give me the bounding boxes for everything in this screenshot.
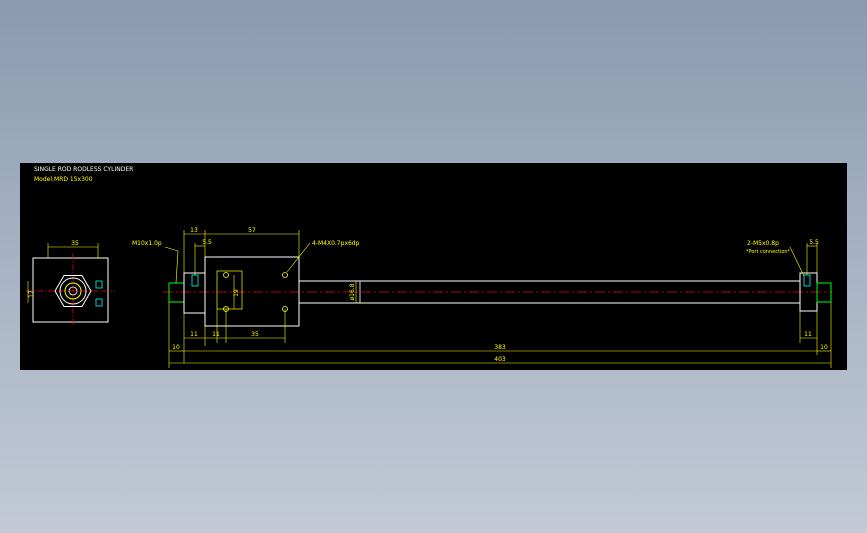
left-end-block — [183, 272, 206, 314]
drawing-title: SINGLE ROD RODLESS CYLINDER — [34, 166, 133, 173]
dim-hole-pitch-v: 19 — [233, 289, 240, 297]
dim-rod-dia: ø16.8 — [349, 283, 356, 300]
side-view: M10x1.0p 13 5.5 57 4-M4X0.7px6dp 19 ø16.… — [132, 227, 832, 368]
drawing-model: Model:MRD 15x300 — [34, 176, 93, 183]
title-block: SINGLE ROD RODLESS CYLINDER Model:MRD 15… — [34, 166, 133, 183]
dim-left-stub: 10 — [172, 344, 180, 351]
left-end-block-thread — [191, 274, 199, 287]
dim-end-block: 13 — [190, 227, 198, 234]
end-view-outline — [32, 257, 109, 323]
dim-span: 383 — [494, 344, 506, 351]
dim-left-block: 11 — [190, 331, 198, 338]
end-view: 35 17 — [26, 240, 115, 327]
mount-hole-1 — [223, 272, 229, 278]
end-view-side-port-2 — [95, 298, 103, 307]
dim-hole-offset: 11 — [212, 331, 220, 338]
drawing-viewport[interactable]: SINGLE ROD RODLESS CYLINDER Model:MRD 15… — [20, 163, 847, 370]
dim-right-block: 11 — [804, 331, 812, 338]
dim-overall: 403 — [494, 356, 506, 363]
dim-port-thread-right: 2-M5x0.8p — [747, 240, 779, 247]
cad-window: SINGLE ROD RODLESS CYLINDER Model:MRD 15… — [0, 0, 867, 533]
dim-right-stub: 10 — [820, 344, 828, 351]
dim-mount-thread: 4-M4X0.7px6dp — [312, 240, 360, 247]
dim-hole-pitch-h: 35 — [251, 331, 259, 338]
dimension-labels: M10x1.0p 13 5.5 57 4-M4X0.7px6dp 19 ø16.… — [132, 227, 828, 363]
dim-port-offset-right: 5.5 — [809, 239, 819, 246]
right-end-block-thread — [803, 274, 811, 287]
dim-port-offset-left: 5.5 — [202, 239, 212, 246]
dim-carriage-length: 57 — [248, 227, 256, 234]
drawing-canvas: SINGLE ROD RODLESS CYLINDER Model:MRD 15… — [26, 166, 832, 368]
dim-port-connection-note: *Port connection* — [746, 249, 791, 255]
end-view-width-dim: 35 — [71, 240, 79, 247]
left-port-stub — [168, 282, 185, 303]
end-view-side-port — [95, 280, 103, 289]
mount-hole-3 — [282, 272, 288, 278]
right-port-stub — [816, 282, 832, 303]
dim-port-thread: M10x1.0p — [132, 240, 162, 247]
end-view-height-dim: 17 — [28, 290, 35, 298]
